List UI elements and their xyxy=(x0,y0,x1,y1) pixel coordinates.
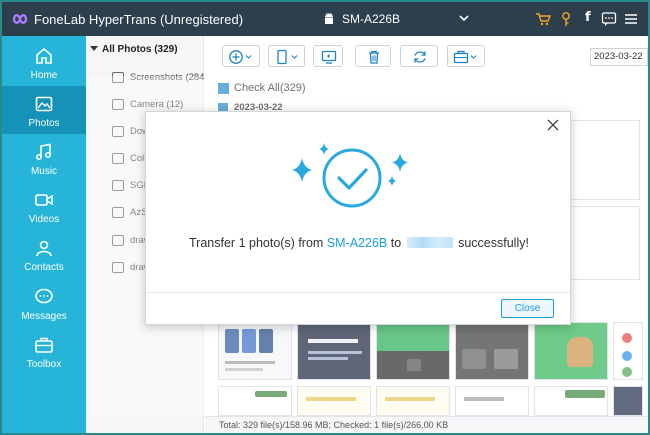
refresh-icon xyxy=(414,51,426,63)
video-icon xyxy=(35,194,53,206)
photo-icon xyxy=(35,96,53,112)
app-title: FoneLab HyperTrans (Unregistered) xyxy=(34,12,244,27)
computer-icon xyxy=(321,50,337,64)
cart-icon[interactable] xyxy=(535,11,551,27)
nav-label-toolbox: Toolbox xyxy=(26,359,62,370)
close-icon[interactable] xyxy=(546,118,560,132)
transfer-success-dialog: Transfer 1 photo(s) from SM-A226B to suc… xyxy=(145,111,571,325)
title-bar: FoneLab HyperTrans (Unregistered) SM-A22… xyxy=(2,2,648,36)
add-button[interactable] xyxy=(222,45,260,67)
nav-label-videos: Videos xyxy=(28,214,60,225)
close-button[interactable]: Close xyxy=(501,299,554,318)
music-icon xyxy=(36,143,51,160)
all-photos-label: All Photos (329) xyxy=(102,44,178,55)
export-to-pc-button[interactable] xyxy=(313,45,343,67)
message-suffix: successfully! xyxy=(454,236,529,250)
success-check-icon xyxy=(292,143,408,208)
dialog-divider xyxy=(146,292,570,293)
home-icon xyxy=(36,47,52,64)
nav-item-videos[interactable]: Videos xyxy=(2,182,86,230)
toolbar: 2023-03-22 xyxy=(205,36,648,76)
nav-label-photos: Photos xyxy=(28,118,60,129)
nav-label-home: Home xyxy=(30,70,58,81)
chevron-down-icon[interactable] xyxy=(456,10,472,26)
add-icon xyxy=(229,50,252,64)
date-filter-input[interactable]: 2023-03-22 xyxy=(590,48,648,66)
device-name: SM-A226B xyxy=(342,12,401,26)
nav-label-music: Music xyxy=(30,166,58,177)
redacted-target-name xyxy=(406,237,453,248)
message-prefix: Transfer 1 photo(s) from xyxy=(189,236,327,250)
export-to-device-button[interactable] xyxy=(268,45,305,67)
status-text: Total: 329 file(s)/158.96 MB; Checked: 1… xyxy=(219,420,449,430)
facebook-icon[interactable]: f xyxy=(585,10,601,26)
contacts-icon xyxy=(36,240,52,257)
nav-item-photos[interactable]: Photos xyxy=(2,86,86,134)
device-selector[interactable]: SM-A226B xyxy=(318,8,474,30)
trash-icon xyxy=(369,50,379,64)
key-icon[interactable] xyxy=(558,11,574,27)
android-icon xyxy=(325,13,333,24)
nav-item-toolbox[interactable]: Toolbox xyxy=(2,327,86,375)
success-message: Transfer 1 photo(s) from SM-A226B to suc… xyxy=(146,236,572,250)
feedback-icon[interactable] xyxy=(601,11,617,27)
toolbox-icon xyxy=(35,337,53,353)
caret-down-icon xyxy=(90,46,98,51)
nav-item-music[interactable]: Music xyxy=(2,134,86,182)
messages-icon xyxy=(35,288,53,304)
nav-item-messages[interactable]: Messages xyxy=(2,279,86,327)
nav-label-messages: Messages xyxy=(21,311,67,322)
toolbox-icon xyxy=(453,50,477,64)
refresh-button[interactable] xyxy=(400,45,438,67)
app-logo-icon xyxy=(12,14,28,24)
status-bar: Total: 329 file(s)/158.96 MB; Checked: 1… xyxy=(205,416,648,433)
toolbox-button[interactable] xyxy=(447,45,485,67)
sidebar-nav: Home Photos Music Videos Contacts Messag… xyxy=(2,36,86,433)
nav-item-home[interactable]: Home xyxy=(2,38,86,86)
nav-item-contacts[interactable]: Contacts xyxy=(2,230,86,278)
menu-icon[interactable] xyxy=(623,11,639,27)
source-device-name: SM-A226B xyxy=(326,236,388,250)
delete-button[interactable] xyxy=(355,45,391,67)
all-photos-header[interactable]: All Photos (329) xyxy=(86,40,204,60)
message-mid: to xyxy=(387,236,405,250)
phone-export-icon xyxy=(276,49,297,65)
nav-label-contacts: Contacts xyxy=(24,262,64,273)
